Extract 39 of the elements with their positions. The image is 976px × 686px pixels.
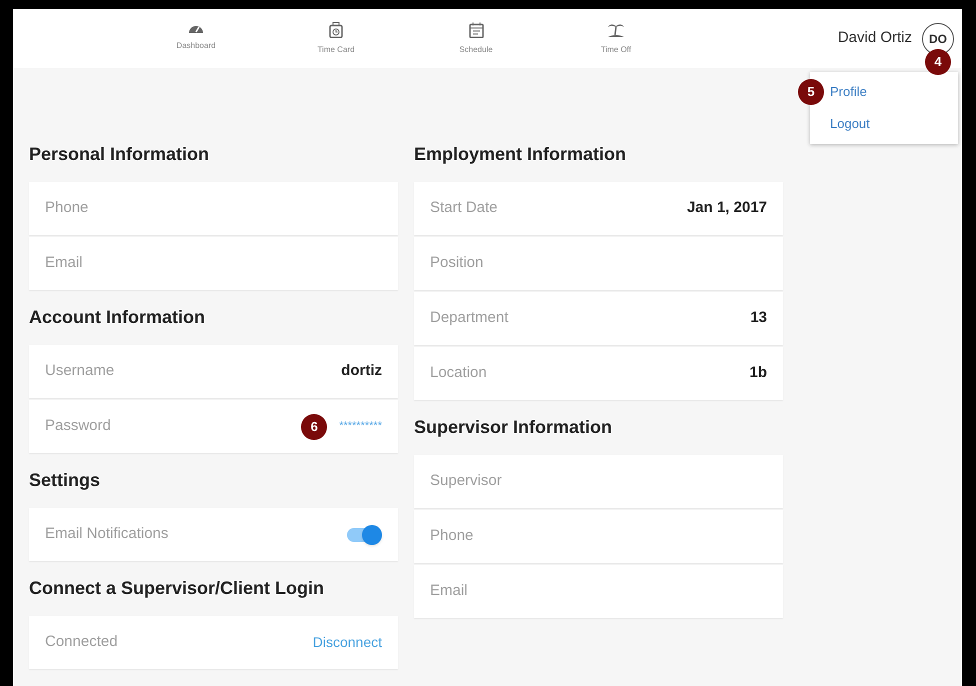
user-avatar[interactable]: DO — [922, 22, 954, 54]
menu-item[interactable]: Logout — [830, 114, 870, 134]
section-heading: Settings — [29, 469, 100, 492]
section-heading: Account Information — [29, 306, 205, 329]
field-label: Email — [430, 581, 468, 602]
field-value: 13 — [750, 308, 767, 328]
field-value: dortiz — [341, 361, 382, 382]
section-heading: Personal Information — [29, 143, 210, 166]
field-label: Phone — [45, 198, 88, 218]
field-label: Phone — [430, 526, 474, 546]
field-value: Jan 1, 2017 — [686, 198, 767, 218]
nav-tab[interactable]: Time Off — [546, 22, 686, 56]
field-label: Email Notifications — [45, 524, 168, 544]
callout-marker: 5 — [798, 79, 824, 105]
field-label: Connected — [45, 632, 118, 652]
field-label: Location — [430, 363, 487, 384]
section-heading: Connect a Supervisor/Client Login — [29, 577, 324, 600]
field-label: Password — [45, 416, 111, 436]
field-value: 1b — [749, 363, 767, 384]
field-label: Username — [45, 361, 114, 382]
field-label: Email — [45, 253, 83, 274]
palm-tree-icon — [607, 22, 625, 38]
callout-marker: 6 — [301, 414, 328, 440]
disconnect-link[interactable]: Disconnect — [312, 632, 382, 653]
notifications-toggle[interactable] — [346, 524, 382, 544]
nav-tab[interactable]: Schedule — [406, 22, 546, 56]
stopwatch-icon — [329, 22, 343, 38]
user-name: David Ortiz — [838, 28, 912, 48]
calendar-icon — [468, 22, 484, 38]
field-label: Supervisor — [430, 471, 502, 492]
field-label: Position — [430, 253, 484, 274]
menu-item[interactable]: Profile — [830, 82, 867, 102]
field-label: Department — [430, 308, 508, 328]
section-heading: Supervisor Information — [414, 416, 612, 439]
section-heading: Employment Information — [414, 143, 626, 166]
password-value: ********** — [339, 419, 382, 434]
field-label: Start Date — [430, 198, 498, 218]
nav-tab[interactable]: Time Card — [266, 22, 406, 56]
nav-tab[interactable]: Dashboard — [126, 22, 266, 56]
